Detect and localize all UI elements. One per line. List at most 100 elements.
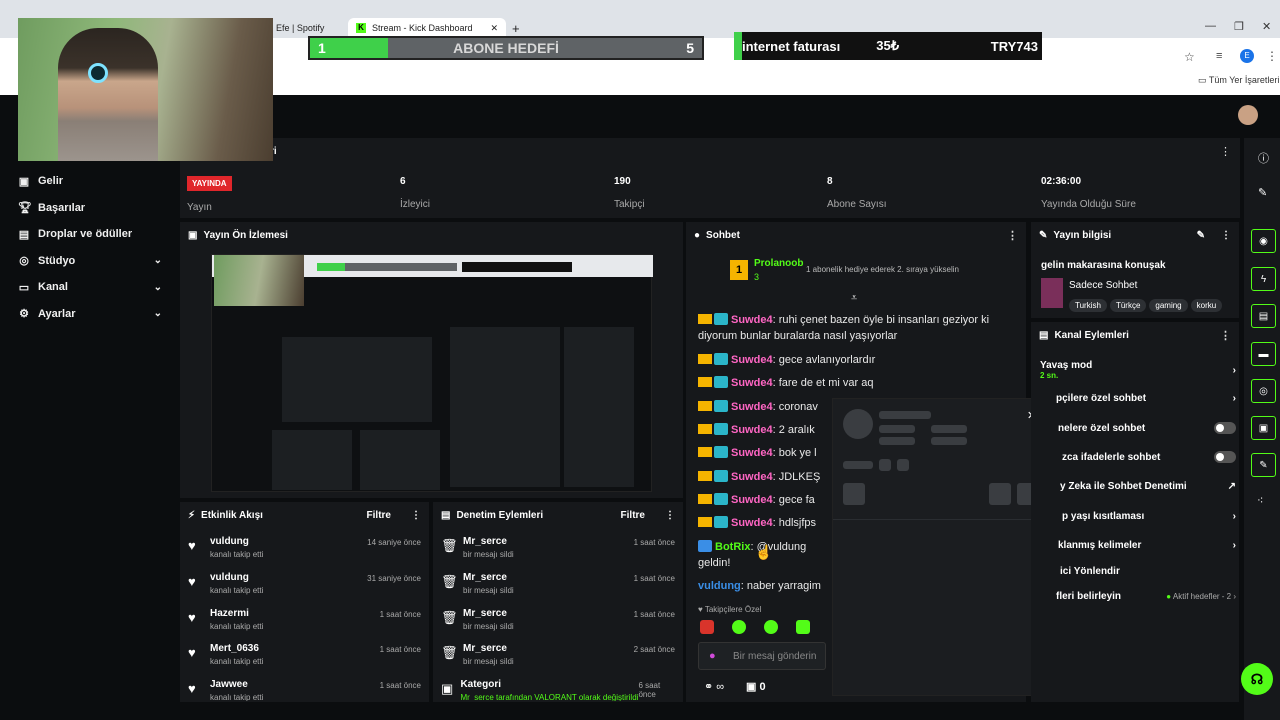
emote-chat-icon[interactable] bbox=[732, 620, 746, 634]
more-icon[interactable]: ⋮ bbox=[411, 510, 421, 521]
pinned-user[interactable]: Prolanoob bbox=[754, 258, 803, 269]
followers-only-label: ♥ Takipçilere Özel bbox=[698, 605, 762, 614]
tab-kick-dashboard[interactable]: K Stream - Kick Dashboard ✕ bbox=[348, 18, 506, 38]
gift-icon: ▤ bbox=[18, 228, 30, 241]
wrench-toggle-icon[interactable]: ✎ bbox=[1251, 453, 1276, 477]
action-row[interactable]: ici Yönlendir bbox=[1040, 563, 1236, 579]
user-avatar[interactable] bbox=[1238, 105, 1258, 125]
filter-button[interactable]: Filtre bbox=[621, 510, 645, 521]
sub-badge-icon bbox=[714, 423, 728, 435]
stream-title: gelin makarasına konuşak bbox=[1041, 260, 1166, 271]
action-row[interactable]: nelere özel sohbet bbox=[1040, 420, 1236, 436]
chevron-right-icon: › bbox=[1232, 364, 1236, 376]
category-name[interactable]: Sadece Sohbet bbox=[1069, 280, 1137, 291]
chat-message: Suwde4: ruhi çenet bazen öyle bi insanla… bbox=[698, 313, 989, 326]
new-tab-button[interactable]: + bbox=[512, 18, 520, 38]
sidebar-item-drops[interactable]: ▤ Droplar ve ödüller bbox=[0, 221, 172, 248]
chat-message: vuldung: naber yarragim bbox=[698, 580, 821, 592]
more-icon[interactable]: ⋮ bbox=[1220, 329, 1231, 342]
emote-cup-icon[interactable] bbox=[796, 620, 810, 634]
list-item: ♥ vuldung kanalı takip etti 31 saniye önc… bbox=[188, 572, 421, 607]
crown-icon bbox=[698, 471, 712, 481]
chat-message: Suwde4: hdlsjfps bbox=[698, 516, 816, 529]
add-widget-icon[interactable]: ⁖ bbox=[1257, 494, 1263, 507]
star-icon[interactable]: ☆ bbox=[1184, 50, 1195, 64]
sidebar-item-settings[interactable]: ⚙ Ayarlar ⌄ bbox=[0, 301, 172, 328]
menu-dots-icon[interactable]: ⋮ bbox=[1266, 49, 1278, 63]
category-icon: ▣ bbox=[441, 681, 454, 696]
points-counter[interactable]: ▣ 0 bbox=[746, 680, 766, 693]
action-row[interactable]: pçilere özel sohbet › bbox=[1040, 390, 1236, 406]
connection-icon[interactable]: ⚭ ∞ bbox=[704, 680, 724, 693]
more-icon[interactable]: ⋮ bbox=[1007, 229, 1018, 242]
action-row[interactable]: p yaşı kısıtlaması › bbox=[1040, 508, 1236, 524]
pencil-icon[interactable]: ✎ bbox=[1258, 186, 1267, 199]
bot-badge-icon bbox=[698, 540, 712, 552]
document-toggle-icon[interactable]: ▤ bbox=[1251, 304, 1276, 328]
emote-angry-icon[interactable] bbox=[700, 620, 714, 634]
bookmarks-folder[interactable]: ▭ Tüm Yer İşaretleri bbox=[1198, 75, 1279, 86]
document-icon: ▤ bbox=[1039, 329, 1049, 341]
folder-icon: ▭ bbox=[1198, 75, 1207, 85]
heart-icon: ♥ bbox=[698, 605, 703, 614]
minimize-icon[interactable]: — bbox=[1205, 20, 1216, 32]
pin-collapse-icon[interactable]: ⩡ bbox=[851, 292, 857, 305]
moderation-panel: ▤ Denetim Eylemleri Filtre ⋮ 🗑︎ Mr_serce… bbox=[433, 502, 683, 702]
external-link-icon: ↗ bbox=[1227, 480, 1236, 492]
chat-input[interactable]: ● Bir mesaj gönderin bbox=[698, 642, 826, 670]
sub-badge-icon bbox=[714, 400, 728, 412]
close-icon[interactable]: ✕ bbox=[490, 23, 498, 34]
chat-toggle-icon[interactable]: ▬ bbox=[1251, 342, 1276, 366]
sidebar-item-income[interactable]: ▣ Gelir bbox=[0, 168, 172, 195]
action-row[interactable]: klanmış kelimeler › bbox=[1040, 537, 1236, 553]
list-item: 🗑︎ Mr_serce bir mesajı sildi 1 saat önce bbox=[441, 536, 675, 571]
edit-icon[interactable]: ✎ bbox=[1197, 230, 1205, 241]
trash-icon: 🗑︎ bbox=[441, 645, 458, 660]
chevron-right-icon: › bbox=[1232, 539, 1236, 551]
headset-icon: ☊ bbox=[1250, 671, 1264, 687]
bolt-toggle-icon[interactable]: ϟ bbox=[1251, 267, 1276, 291]
emote-smile-icon[interactable] bbox=[764, 620, 778, 634]
bill-accent bbox=[734, 32, 742, 60]
toggle-switch[interactable] bbox=[1214, 451, 1236, 463]
list-item: ♥ Hazermi kanalı takip etti 1 saat önce bbox=[188, 608, 421, 643]
crown-icon bbox=[698, 447, 712, 457]
trash-icon: 🗑︎ bbox=[441, 610, 458, 625]
more-icon[interactable]: ⋮ bbox=[1220, 145, 1231, 158]
camera-toggle-icon[interactable]: ◉ bbox=[1251, 229, 1276, 253]
crown-icon bbox=[698, 377, 712, 387]
chat-message-continued: diyorum bunlar buralarda nasıl yaşıyorla… bbox=[698, 330, 898, 342]
slow-mode-row[interactable]: Yavaş mod 2 sn. › bbox=[1040, 356, 1236, 384]
more-icon[interactable]: ⋮ bbox=[665, 510, 675, 521]
sub-badge-icon bbox=[714, 493, 728, 505]
info-icon[interactable]: ⓘ bbox=[1258, 150, 1269, 166]
microphone-icon[interactable]: ● bbox=[709, 650, 716, 662]
action-row[interactable]: fleri belirleyin ● Aktif hedefler - 2 › bbox=[1040, 588, 1236, 604]
trash-icon: 🗑︎ bbox=[441, 574, 458, 589]
sidebar-item-achievements[interactable]: 🏆︎ Başarılar bbox=[0, 195, 172, 222]
sub-badge-icon bbox=[714, 446, 728, 458]
preview-video[interactable] bbox=[211, 254, 653, 492]
sidebar-item-channel[interactable]: ▭ Kanal ⌄ bbox=[0, 274, 172, 301]
toggle-switch[interactable] bbox=[1214, 422, 1236, 434]
heart-icon: ♥ bbox=[188, 681, 196, 696]
bill-overlay: internet faturası 35₺ TRY743 bbox=[734, 32, 1042, 60]
list-item: ▣ Kategori Mr_serce tarafından VALORANT o… bbox=[441, 679, 661, 701]
moderation-toggle-icon[interactable]: ▣ bbox=[1251, 416, 1276, 440]
avatar-skeleton bbox=[843, 409, 873, 439]
maximize-icon[interactable]: ❐ bbox=[1234, 20, 1244, 33]
profile-avatar[interactable]: E bbox=[1240, 49, 1254, 63]
chat-message: Suwde4: fare de et mi var aq bbox=[698, 376, 873, 389]
webcam-overlay bbox=[18, 18, 273, 161]
more-icon[interactable]: ⋮ bbox=[1221, 230, 1231, 241]
filter-button[interactable]: Filtre bbox=[367, 510, 391, 521]
sidebar-item-studio[interactable]: ◎ Stüdyo ⌄ bbox=[0, 248, 172, 275]
plus-icon: + bbox=[512, 20, 520, 36]
action-row[interactable]: zca ifadelerle sohbet bbox=[1040, 449, 1236, 465]
window-close-icon[interactable]: ✕ bbox=[1262, 20, 1271, 33]
sub-badge-icon bbox=[714, 516, 728, 528]
queue-icon[interactable]: ≡ bbox=[1216, 50, 1222, 62]
action-row[interactable]: y Zeka ile Sohbet Denetimi ↗ bbox=[1040, 478, 1236, 494]
support-chat-button[interactable]: ☊ bbox=[1241, 663, 1273, 695]
broadcast-toggle-icon[interactable]: ◎ bbox=[1251, 379, 1276, 403]
